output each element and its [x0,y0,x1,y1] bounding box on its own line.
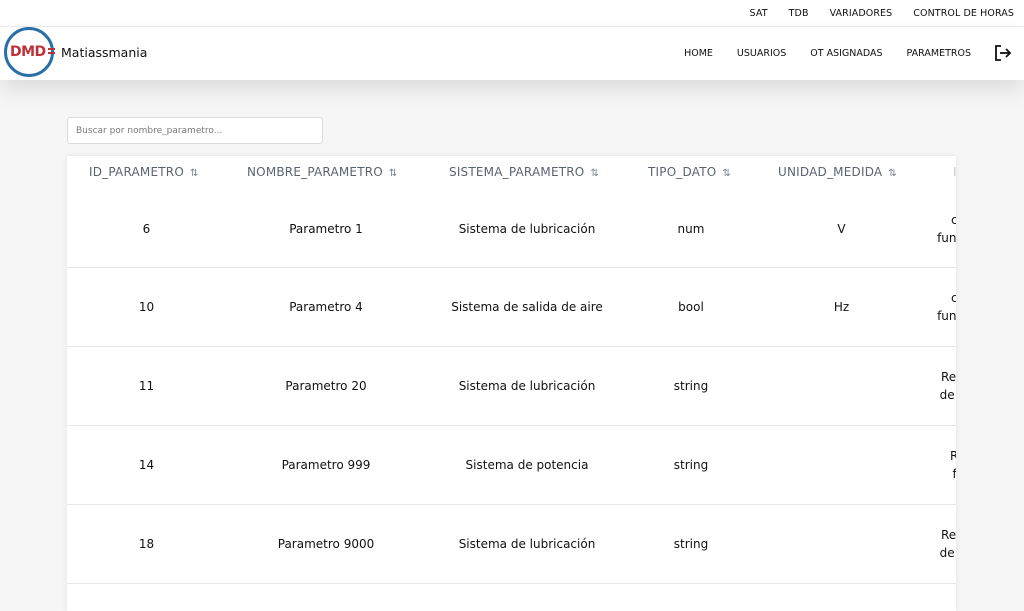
cell-tipo: string [673,458,709,472]
cell-sistema: Sistema de potencia [465,458,589,472]
sort-icon[interactable]: ⇅ [190,168,199,179]
top-link-control-de-horas[interactable]: CONTROL DE HORAS [913,8,1014,19]
nav-links: HOME USUARIOS OT ASIGNADAS PARAMETROS [660,27,971,80]
dmd-logo[interactable]: DMD [4,27,55,77]
cell-nombre: Parametro 4 [289,300,363,314]
cell-tipo: string [673,537,709,551]
nav-link-home[interactable]: HOME [684,48,713,59]
sort-icon[interactable]: ⇅ [590,168,599,179]
top-utility-bar: SAT TDB VARIADORES CONTROL DE HORAS [0,0,1024,27]
cell-descripcion-line1: Re [941,528,956,542]
cell-descripcion-line2: de [939,546,955,560]
column-header-tipo-dato[interactable]: TIPO_DATO ⇅ [648,165,731,179]
cell-nombre: Parametro 999 [281,458,371,472]
column-header-sistema-parametro[interactable]: SISTEMA_PARAMETRO ⇅ [449,165,599,179]
cell-descripcion: cfun [927,190,956,267]
table-row[interactable]: 6 Parametro 1 Sistema de lubricación num… [67,190,956,268]
top-link-tdb[interactable]: TDB [789,8,809,19]
cell-descripcion: c fun [927,268,956,346]
cell-tipo: num [677,221,705,236]
top-link-variadores[interactable]: VARIADORES [830,8,893,19]
cell-sistema: Sistema de lubricación [458,537,596,551]
cell-descripcion-line2: fun [937,309,956,323]
main-navbar: DMD Matiassmania HOME USUARIOS OT ASIGNA… [0,27,1024,80]
table-row[interactable]: 11 Parametro 20 Sistema de lubricación s… [67,347,956,426]
cell-sistema: Sistema de salida de aire [451,300,603,314]
cell-descripcion-line2: f [927,465,956,483]
cell-unidad: V [837,221,846,236]
cell-unidad [754,426,929,504]
sort-icon[interactable]: ⇅ [888,168,897,179]
column-header-label: TIPO_DATO [648,165,717,179]
cell-descripcion-line1: c [927,289,956,307]
cell-id: 18 [138,537,155,551]
table-row[interactable]: 18 Parametro 9000 Sistema de lubricación… [67,505,956,584]
cell-id: 10 [138,300,155,314]
cell-descripcion-line1: c [927,211,956,229]
column-header-unidad-medida[interactable]: UNIDAD_MEDIDA ⇅ [778,165,897,179]
column-header-id-parametro[interactable]: ID_PARAMETRO ⇅ [89,165,199,179]
column-header-label: SISTEMA_PARAMETRO [449,165,585,179]
cell-unidad [754,505,929,583]
column-header-nombre-parametro[interactable]: NOMBRE_PARAMETRO ⇅ [247,165,398,179]
cell-descripcion-line1: Re [941,370,956,384]
nav-link-ot-asignadas[interactable]: OT ASIGNADAS [810,48,882,59]
cell-descripcion: Re de [927,505,956,583]
cell-id: 6 [142,221,151,236]
top-utility-links: SAT TDB VARIADORES CONTROL DE HORAS [729,0,1014,26]
column-header-descripcion-partial[interactable]: I [953,165,956,179]
cell-sistema: Sistema de lubricación [458,221,596,236]
column-header-label: UNIDAD_MEDIDA [778,165,883,179]
column-header-label: NOMBRE_PARAMETRO [247,165,383,179]
cell-tipo: string [673,379,709,393]
logo-bars-icon [48,48,55,57]
cell-nombre: Parametro 9000 [277,537,375,551]
cell-id: 14 [138,458,155,472]
logo-text: DMD [10,44,46,60]
cell-descripcion: Rf [927,426,956,504]
parametros-table: ID_PARAMETRO ⇅ NOMBRE_PARAMETRO ⇅ SISTEMA_… [67,155,956,611]
table-header: ID_PARAMETRO ⇅ NOMBRE_PARAMETRO ⇅ SISTEMA_… [67,156,956,190]
nav-link-parametros[interactable]: PARAMETROS [907,48,971,59]
cell-descripcion-line2: de [939,388,955,402]
cell-sistema: Sistema de lubricación [458,379,596,393]
cell-descripcion: Re de [927,347,956,425]
column-header-label: ID_PARAMETRO [89,165,184,179]
brand-name[interactable]: Matiassmania [61,45,147,60]
top-link-sat[interactable]: SAT [750,8,768,19]
cell-descripcion-line1: R [927,447,956,465]
table-row[interactable]: 14 Parametro 999 Sistema de potencia str… [67,426,956,505]
table-row[interactable]: 10 Parametro 4 Sistema de salida de aire… [67,268,956,347]
cell-nombre: Parametro 1 [289,221,363,236]
sort-icon[interactable]: ⇅ [722,168,731,179]
search-input[interactable] [67,117,323,144]
logout-icon[interactable] [994,44,1012,62]
cell-tipo: bool [678,300,704,314]
cell-unidad [754,347,929,425]
cell-nombre: Parametro 20 [285,379,367,393]
cell-descripcion-line2: fun [937,230,956,245]
column-header-label: I [953,165,956,179]
sort-icon[interactable]: ⇅ [389,168,398,179]
cell-id: 11 [138,379,155,393]
cell-unidad: Hz [833,300,850,314]
nav-link-usuarios[interactable]: USUARIOS [737,48,786,59]
